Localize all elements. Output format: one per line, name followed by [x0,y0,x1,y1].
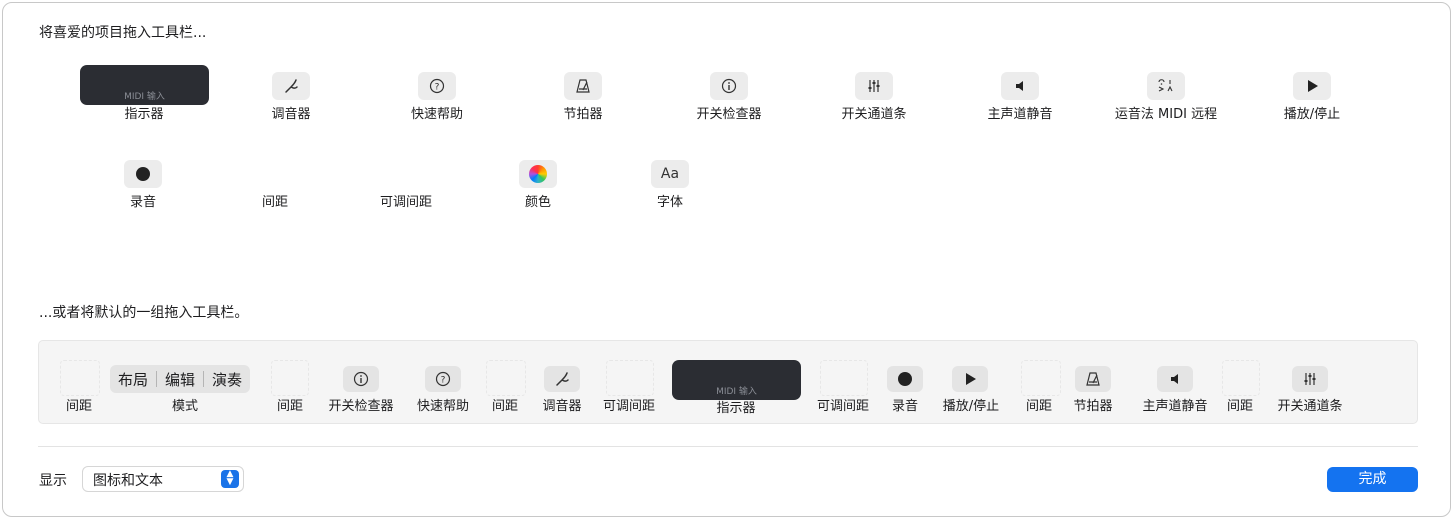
spacer-icon [1021,360,1061,396]
font-icon: Aa [651,160,689,188]
default-item-label: 模式 [171,399,199,414]
show-label: 显示 [39,473,67,489]
play-icon [1293,72,1331,100]
spacer-icon [1222,360,1260,396]
chevron-updown-icon: ▲ ▼ [221,470,239,488]
lcd-text: MIDI 输入 [124,92,165,102]
done-button[interactable]: 完成 [1327,467,1418,492]
articulation-icon [1147,72,1185,100]
palette-item-label: 主声道静音 [987,107,1053,122]
palette-item-label: 录音 [129,195,156,210]
spacer-icon [271,360,309,396]
segment-edit[interactable]: 编辑 [157,369,203,390]
default-item-label: 录音 [891,399,919,414]
color-wheel-icon [519,160,557,188]
default-item-label: 间距 [65,399,93,414]
show-mode-value: 图标和文本 [93,473,163,489]
metronome-icon[interactable] [1075,366,1111,392]
palette-item-channel-strip[interactable]: 开关通道条 [804,72,944,123]
divider [38,446,1418,447]
palette-item-record[interactable]: 录音 [73,160,213,211]
play-icon[interactable] [952,366,988,392]
palette-item-flexible-spacer[interactable]: 可调间距 [336,160,476,211]
palette-item-label: 开关通道条 [841,107,907,122]
default-item-label: 间距 [491,399,519,414]
palette-item-master-mute[interactable]: 主声道静音 [950,72,1090,123]
palette-item-articulation[interactable]: 运音法 MIDI 远程 [1096,72,1236,123]
default-item-label: 指示器 [716,401,756,416]
palette-item-spacer[interactable]: 间距 [205,160,345,211]
mode-segmented-control[interactable]: 布局 编辑 演奏 [110,365,251,393]
palette-item-color[interactable]: 颜色 [468,160,608,211]
metronome-icon [564,72,602,100]
palette-item-label: 节拍器 [563,107,603,122]
default-item-label: 调音器 [542,399,582,414]
palette-item-label: 指示器 [124,107,164,122]
default-item-label: 开关通道条 [1277,399,1343,414]
tuning-fork-icon [272,72,310,100]
palette-item-inspector[interactable]: 开关检查器 [659,72,799,123]
flexible-spacer-icon [336,160,476,188]
palette-item-label: 开关检查器 [696,107,762,122]
default-item-label: 节拍器 [1073,399,1113,414]
record-icon[interactable] [887,366,923,392]
spacer-icon [205,160,345,188]
info-icon[interactable] [343,366,379,392]
palette-item-font[interactable]: Aa 字体 [600,160,740,211]
palette-item-label: 调音器 [271,107,311,122]
question-mark-icon: ? [418,72,456,100]
record-icon [124,160,162,188]
sliders-icon[interactable] [1292,366,1328,392]
segment-perform[interactable]: 演奏 [204,369,250,390]
default-set-heading: ...或者将默认的一组拖入工具栏。 [39,305,249,321]
palette-heading: 将喜爱的项目拖入工具栏... [39,25,207,41]
default-item-label: 可调间距 [816,399,870,414]
lcd-display-icon[interactable]: MIDI 输入 [80,65,209,105]
palette-item-label: 颜色 [524,195,551,210]
svg-text:?: ? [435,83,440,93]
flexible-spacer-icon [820,360,868,396]
speaker-icon[interactable] [1157,366,1193,392]
lcd-text: MIDI 输入 [716,387,757,397]
palette-item-quick-help[interactable]: ? 快速帮助 [367,72,507,123]
palette-item-label: 播放/停止 [1283,107,1341,122]
tuning-fork-icon[interactable] [544,366,580,392]
spacer-icon [60,360,100,396]
default-item-label: 间距 [1025,399,1053,414]
default-item-label: 快速帮助 [416,399,470,414]
question-mark-icon[interactable]: ? [425,366,461,392]
sliders-icon [855,72,893,100]
lcd-display-icon[interactable]: MIDI 输入 [672,360,801,400]
palette-item-label: 运音法 MIDI 远程 [1114,107,1218,122]
spacer-icon [486,360,526,396]
info-icon [710,72,748,100]
palette-item-label: 可调间距 [379,195,432,210]
speaker-icon [1001,72,1039,100]
palette-item-tuner[interactable]: 调音器 [221,72,361,123]
svg-text:?: ? [441,376,446,386]
flexible-spacer-icon [606,360,654,396]
font-icon-text: Aa [660,166,680,182]
default-item-label: 主声道静音 [1142,399,1208,414]
default-item-label: 可调间距 [602,399,656,414]
default-item-label: 播放/停止 [942,399,1000,414]
default-item-label: 开关检查器 [328,399,394,414]
default-item-label: 间距 [276,399,304,414]
default-item-label: 间距 [1226,399,1254,414]
palette-item-metronome[interactable]: 节拍器 [513,72,653,123]
palette-item-label: 字体 [656,195,683,210]
palette-item-label: 快速帮助 [410,107,463,122]
palette-item-play-stop[interactable]: 播放/停止 [1242,72,1382,123]
segment-layout[interactable]: 布局 [110,369,156,390]
palette-item-label: 间距 [261,195,288,210]
show-mode-popup[interactable]: 图标和文本 ▲ ▼ [82,466,244,492]
